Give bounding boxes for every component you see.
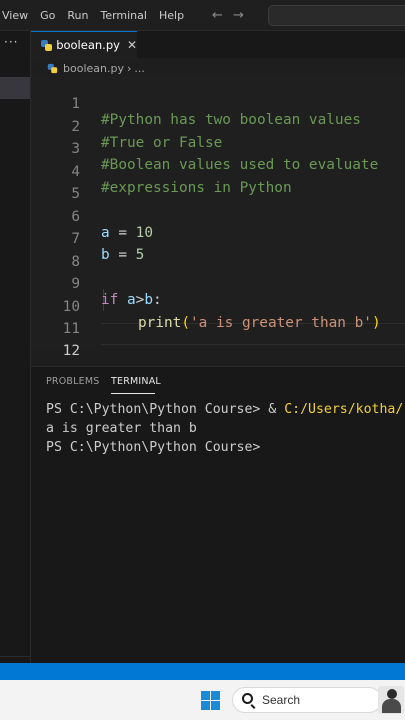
python-file-icon [41,39,53,51]
arrow-right-icon[interactable]: → [233,8,244,23]
avatar-body [382,699,401,713]
windows-start-icon[interactable] [201,691,220,710]
code-line: 11 [31,302,405,337]
terminal-line: PS C:\Python\Python Course> & C:/Users/k… [46,400,403,419]
code-line: 9 if a>b: [31,257,405,308]
code-line: 6 a = 10 [31,190,405,241]
code-line: 8 [31,235,405,270]
avatar[interactable] [378,686,404,714]
close-icon[interactable]: ✕ [127,38,137,52]
code-line: 12 [31,324,405,359]
bottom-panel: PROBLEMS TERMINAL PS C:\Python\Python Co… [31,366,405,664]
tab-problems[interactable]: PROBLEMS [46,376,99,387]
menu-run[interactable]: Run [61,9,94,22]
code-line: 1 #Python has two boolean values [31,77,405,128]
search-icon [242,693,253,704]
windows-taskbar: Search [0,680,405,720]
chevron-right-icon: › [126,61,132,75]
code-editor[interactable]: 1 #Python has two boolean values 2 #True… [31,77,405,359]
status-bar [0,663,405,680]
menu-terminal[interactable]: Terminal [94,9,153,22]
taskbar-search[interactable]: Search [232,687,382,713]
python-file-icon [47,63,58,73]
arrow-left-icon[interactable]: ← [212,8,223,23]
breadcrumb-more[interactable]: ... [134,62,145,75]
tab-label: boolean.py [56,38,120,52]
terminal-path: C:/Users/kotha/ [284,402,404,417]
terminal-prompt: PS C:\Python\Python Course> & [46,402,285,417]
terminal-output: a is greater than b [46,421,197,436]
code-line: 7 b = 5 [31,212,405,263]
tab-terminal[interactable]: TERMINAL [111,376,161,387]
code-line: 3 #Boolean values used to evaluate [31,122,405,173]
menu-view[interactable]: View [0,9,34,22]
sidebar-selected-item[interactable] [0,77,30,99]
code-line: 5 [31,167,405,202]
line-number-active: 12 [62,343,80,359]
search-label: Search [262,693,301,707]
code-line: 10 print('a is greater than b') [31,280,405,331]
menu-bar: View Go Run Terminal Help ← → [0,0,405,31]
breadcrumb-file[interactable]: boolean.py [63,62,124,75]
terminal-prompt[interactable]: PS C:\Python\Python Course> [46,438,260,457]
menu-go[interactable]: Go [34,9,61,22]
sidebar-divider [0,656,30,657]
tab-boolean-py[interactable]: boolean.py ✕ [31,31,137,58]
code-line: 4 #expressions in Python [31,145,405,196]
code-line: 2 #True or False [31,100,405,151]
editor-tab-bar: boolean.py ✕ [31,31,405,58]
command-center-search[interactable] [268,5,405,26]
more-actions-icon[interactable]: ··· [4,35,18,49]
sidebar: ··· [0,31,31,663]
active-tab-indicator [111,393,155,394]
avatar-head [387,689,397,699]
breadcrumb: boolean.py › ... [31,58,405,78]
menu-help[interactable]: Help [153,9,190,22]
